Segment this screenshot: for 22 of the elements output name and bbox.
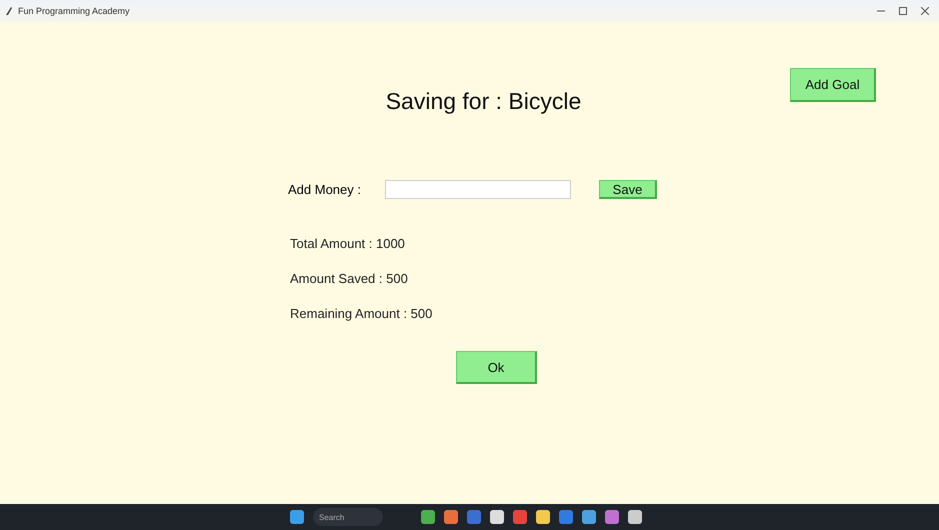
add-goal-button[interactable]: Add Goal: [790, 68, 876, 102]
page-heading: Saving for : Bicycle: [386, 88, 582, 116]
taskbar-app-icon[interactable]: [628, 510, 642, 524]
taskbar-search-field[interactable]: Search: [313, 508, 383, 526]
taskbar-app-icon[interactable]: [582, 510, 596, 524]
add-money-label: Add Money :: [288, 182, 362, 197]
start-icon[interactable]: [290, 510, 304, 524]
taskbar-app-icon[interactable]: [490, 510, 504, 524]
taskbar-app-icon[interactable]: [421, 510, 435, 524]
window-title: Fun Programming Academy: [18, 6, 130, 16]
taskbar-app-icon[interactable]: [536, 510, 550, 524]
taskbar-app-icon[interactable]: [605, 510, 619, 524]
taskbar-app-icon[interactable]: [444, 510, 458, 524]
ok-button[interactable]: Ok: [456, 351, 537, 384]
save-button[interactable]: Save: [599, 180, 657, 199]
maximize-icon[interactable]: [899, 7, 907, 15]
amount-label: Total Amount : 1000: [290, 236, 406, 251]
close-icon[interactable]: [921, 7, 929, 15]
amount-label: Amount Saved : 500: [290, 271, 409, 286]
app-icon: [5, 6, 13, 16]
amount-label: Remaining Amount : 500: [290, 306, 434, 321]
money-input-field[interactable]: [385, 180, 571, 199]
